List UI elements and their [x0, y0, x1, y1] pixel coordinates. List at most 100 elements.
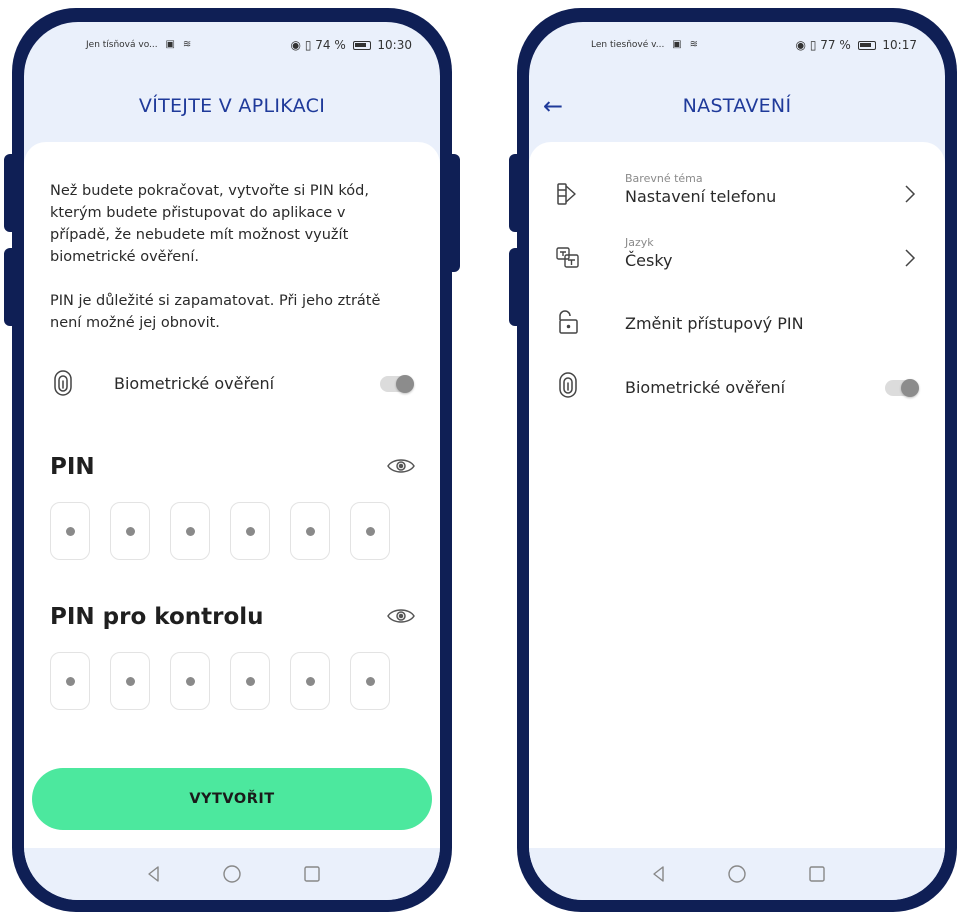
- pin-dot: [305, 526, 315, 536]
- setting-language-label: Jazyk: [625, 236, 654, 249]
- pin-dot: [185, 676, 195, 686]
- pin-dot: [185, 526, 195, 536]
- intro-paragraph-2: PIN je důležité si zapamatovat. Při jeho…: [50, 293, 381, 331]
- back-arrow-icon[interactable]: ←: [543, 84, 563, 128]
- setting-change-pin[interactable]: Změnit přístupový PIN: [555, 300, 919, 352]
- pin-confirm-digit-5[interactable]: [290, 652, 330, 710]
- page-title: NASTAVENÍ: [682, 95, 792, 117]
- setting-text: Jazyk Česky: [625, 236, 673, 272]
- pin-digit-2[interactable]: [110, 502, 150, 560]
- pin-dot: [65, 676, 75, 686]
- pin-dot: [305, 676, 315, 686]
- biometric-label: Biometrické ověření: [114, 374, 275, 393]
- nfc-icon: ▣: [165, 39, 175, 50]
- biometric-toggle[interactable]: [885, 379, 919, 397]
- fingerprint-icon: [54, 370, 72, 396]
- setting-theme-label: Barevné téma: [625, 172, 703, 185]
- nav-recent-icon[interactable]: [805, 862, 829, 886]
- content-card: Barevné téma Nastavení telefonu Jazyk Če…: [529, 142, 945, 848]
- content-card: Než budete pokračovat, vytvořte si PIN k…: [24, 142, 440, 848]
- show-pin-confirm-eye-icon[interactable]: [386, 606, 416, 626]
- pin-digit-4[interactable]: [230, 502, 270, 560]
- wifi-icon: ≋: [182, 39, 192, 50]
- battery-percent: 74 %: [315, 38, 346, 52]
- eye-status-icon: ◉: [795, 38, 806, 52]
- translate-icon: [556, 247, 579, 268]
- setting-text: Biometrické ověření: [625, 377, 785, 399]
- status-bar: Jen tísňová vo... ▣ ≋ ◉ ▯ 74 % 10:30: [24, 36, 440, 58]
- nav-back-icon[interactable]: [647, 862, 671, 886]
- pin-dot: [365, 676, 375, 686]
- setting-theme-value: Nastavení telefonu: [625, 187, 777, 206]
- pin-confirm-digit-6[interactable]: [350, 652, 390, 710]
- screen: Jen tísňová vo... ▣ ≋ ◉ ▯ 74 % 10:30 VÍT…: [24, 22, 440, 900]
- wifi-icon: ≋: [689, 39, 698, 50]
- clock: 10:30: [377, 38, 412, 52]
- app-header: ← NASTAVENÍ: [529, 84, 945, 128]
- system-nav-bar: [529, 848, 945, 900]
- pin-dot: [125, 526, 135, 536]
- page-title: VÍTEJTE V APLIKACI: [138, 95, 326, 117]
- pin-dot: [245, 526, 255, 536]
- pin-title: PIN: [50, 454, 95, 480]
- setting-change-pin-label: Změnit přístupový PIN: [625, 314, 804, 333]
- pin-dot: [125, 676, 135, 686]
- status-right: ◉ ▯ 74 % 10:30: [291, 38, 413, 52]
- setting-language[interactable]: Jazyk Česky: [555, 236, 919, 288]
- battery-icon: [857, 41, 876, 50]
- pin-digit-5[interactable]: [290, 502, 330, 560]
- pin-digit-6[interactable]: [350, 502, 390, 560]
- setting-theme[interactable]: Barevné téma Nastavení telefonu: [555, 172, 919, 224]
- nav-recent-icon[interactable]: [300, 862, 324, 886]
- pin-confirm-digit-4[interactable]: [230, 652, 270, 710]
- nfc-icon: ▣: [672, 39, 682, 50]
- unlock-icon: [559, 310, 578, 334]
- pin-dot: [245, 676, 255, 686]
- status-right: ◉ ▯ 77 % 10:17: [796, 38, 918, 52]
- clock: 10:17: [882, 38, 917, 52]
- pin-confirm-digit-1[interactable]: [50, 652, 90, 710]
- status-carrier: Len tiesňové v... ▣ ≋: [591, 39, 698, 50]
- pin-dot: [65, 526, 75, 536]
- setting-text: Změnit přístupový PIN: [625, 313, 804, 335]
- setting-language-value: Česky: [625, 251, 673, 270]
- vibrate-icon: ▯: [809, 38, 817, 52]
- palette-icon: [557, 183, 576, 205]
- status-carrier: Jen tísňová vo... ▣ ≋: [86, 39, 191, 50]
- setting-text: Barevné téma Nastavení telefonu: [625, 172, 776, 208]
- screen: Len tiesňové v... ▣ ≋ ◉ ▯ 77 % 10:17 ← N…: [529, 22, 945, 900]
- eye-status-icon: ◉: [290, 38, 301, 52]
- show-pin-eye-icon[interactable]: [386, 456, 416, 476]
- pin-confirm-digit-2[interactable]: [110, 652, 150, 710]
- pin-input-row: [50, 502, 390, 562]
- pin-digit-3[interactable]: [170, 502, 210, 560]
- pin-confirm-digit-3[interactable]: [170, 652, 210, 710]
- nav-back-icon[interactable]: [142, 862, 166, 886]
- intro-text: Než budete pokračovat, vytvořte si PIN k…: [50, 180, 390, 334]
- nav-home-icon[interactable]: [220, 862, 244, 886]
- setting-biometric: Biometrické ověření: [555, 364, 919, 416]
- vibrate-icon: ▯: [304, 38, 312, 52]
- battery-percent: 77 %: [820, 38, 851, 52]
- chevron-right-icon: [905, 249, 916, 267]
- carrier-text: Jen tísňová vo...: [86, 40, 158, 50]
- create-button[interactable]: VYTVOŘIT: [32, 768, 432, 830]
- carrier-text: Len tiesňové v...: [591, 40, 665, 50]
- pin-confirm-input-row: [50, 652, 390, 712]
- pin-digit-1[interactable]: [50, 502, 90, 560]
- biometric-toggle[interactable]: [380, 375, 414, 393]
- pin-dot: [365, 526, 375, 536]
- fingerprint-icon: [559, 372, 577, 398]
- intro-paragraph-1: Než budete pokračovat, vytvořte si PIN k…: [50, 183, 369, 265]
- nav-home-icon[interactable]: [725, 862, 749, 886]
- status-bar: Len tiesňové v... ▣ ≋ ◉ ▯ 77 % 10:17: [529, 36, 945, 58]
- system-nav-bar: [24, 848, 440, 900]
- phone-welcome: Jen tísňová vo... ▣ ≋ ◉ ▯ 74 % 10:30 VÍT…: [4, 8, 460, 912]
- pin-confirm-title: PIN pro kontrolu: [50, 604, 264, 630]
- battery-icon: [352, 41, 371, 50]
- biometric-row: Biometrické ověření: [50, 366, 414, 402]
- chevron-right-icon: [905, 185, 916, 203]
- app-header: VÍTEJTE V APLIKACI: [24, 84, 440, 128]
- phone-settings: Len tiesňové v... ▣ ≋ ◉ ▯ 77 % 10:17 ← N…: [509, 8, 957, 912]
- setting-biometric-label: Biometrické ověření: [625, 378, 786, 397]
